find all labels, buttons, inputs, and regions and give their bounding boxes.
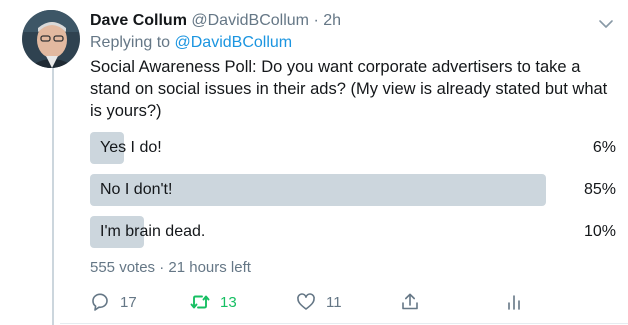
replying-prefix: Replying to [90, 34, 171, 51]
like-count: 11 [326, 293, 342, 311]
retweet-icon [190, 295, 210, 309]
poll-option: Yes I do! 6% [90, 132, 616, 164]
like-button[interactable]: 11 [296, 290, 342, 314]
poll-option: I'm brain dead. 10% [90, 216, 616, 248]
tweet-actions: 17 13 11 [90, 290, 530, 314]
like-icon [297, 293, 315, 310]
thread-connector-line [52, 62, 54, 325]
poll: Yes I do! 6% No I don't! 85% I'm brain d… [90, 132, 616, 278]
retweet-button[interactable]: 13 [190, 290, 237, 314]
avatar[interactable] [22, 10, 80, 68]
analytics-button[interactable] [504, 290, 534, 314]
header-separator: · [313, 12, 319, 29]
poll-option-label: No I don't! [100, 181, 173, 198]
poll-option-percent: 85% [583, 181, 616, 198]
share-icon [402, 293, 418, 310]
retweet-count: 13 [220, 293, 237, 311]
reply-count: 17 [120, 293, 137, 311]
author-name[interactable]: Dave Collum [90, 12, 187, 29]
tweet-header: Dave Collum @DavidBCollum · 2h [90, 10, 616, 32]
poll-option: No I don't! 85% [90, 174, 616, 206]
reply-button[interactable]: 17 [90, 290, 137, 314]
tweet-divider [60, 323, 628, 324]
tweet-timestamp[interactable]: 2h [323, 12, 341, 29]
tweet-text: Social Awareness Poll: Do you want corpo… [90, 58, 608, 120]
caret-down-icon[interactable] [598, 16, 614, 32]
poll-option-percent: 10% [583, 223, 616, 240]
poll-meta: 555 votes · 21 hours left [90, 259, 251, 276]
share-button[interactable] [400, 290, 430, 314]
poll-option-percent: 6% [592, 139, 616, 156]
poll-option-label: Yes I do! [100, 139, 162, 156]
analytics-icon [508, 295, 520, 310]
replying-to: Replying to @DavidBCollum [90, 32, 616, 54]
tweet-content: Dave Collum @DavidBCollum · 2h Replying … [90, 10, 616, 278]
reply-icon [92, 293, 108, 311]
avatar-image [22, 10, 80, 68]
poll-option-label: I'm brain dead. [100, 223, 206, 240]
author-handle[interactable]: @DavidBCollum [191, 12, 309, 29]
replying-to-link[interactable]: @DavidBCollum [175, 34, 293, 51]
